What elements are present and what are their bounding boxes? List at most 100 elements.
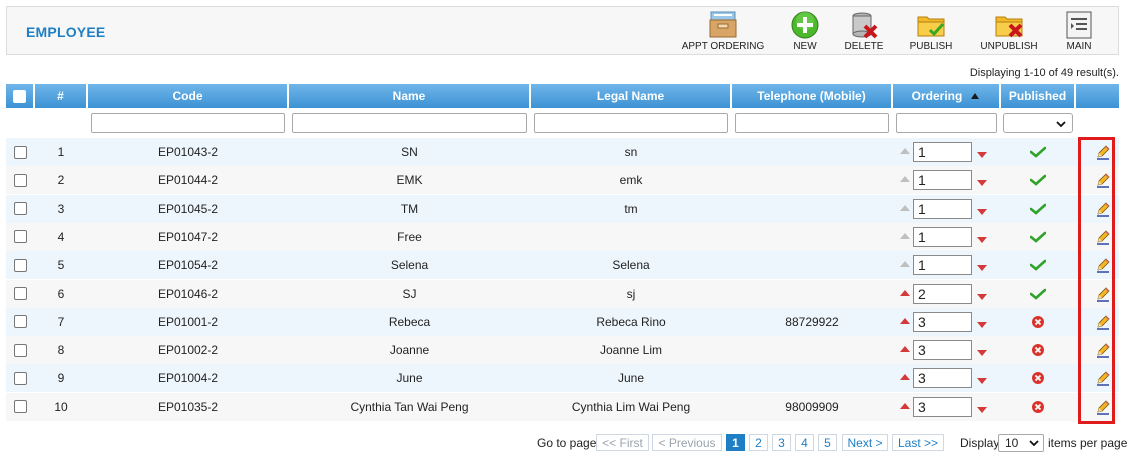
- telephone-filter-input[interactable]: [735, 113, 889, 133]
- publish-folder-icon: [917, 16, 945, 37]
- move-up-icon[interactable]: [900, 402, 910, 409]
- ordering-input[interactable]: 1: [913, 170, 972, 191]
- move-down-icon[interactable]: [977, 378, 987, 385]
- code-filter-input[interactable]: [91, 113, 285, 133]
- page-1-button[interactable]: 1: [726, 434, 745, 451]
- next-page-button[interactable]: Next >: [842, 434, 888, 451]
- row-number: 1: [57, 145, 65, 159]
- new-button[interactable]: NEW: [785, 7, 825, 56]
- page-3-button[interactable]: 3: [772, 434, 791, 451]
- delete-button[interactable]: DELETE: [840, 7, 888, 56]
- ordering-input[interactable]: 1: [913, 142, 972, 162]
- row-checkbox[interactable]: [13, 371, 27, 385]
- published-check-icon[interactable]: [1030, 203, 1046, 215]
- move-down-icon[interactable]: [977, 208, 987, 215]
- row-checkbox[interactable]: [13, 287, 27, 300]
- per-page-select[interactable]: 10: [998, 434, 1044, 452]
- row-checkbox[interactable]: [13, 145, 27, 159]
- unpublished-cross-icon[interactable]: [1031, 343, 1045, 357]
- ordering-input[interactable]: 3: [913, 368, 972, 389]
- unpublished-cross-icon[interactable]: [1031, 400, 1045, 414]
- main-label: MAIN: [1066, 41, 1092, 52]
- first-page-button[interactable]: << First: [596, 434, 649, 451]
- column-header-code[interactable]: Code: [88, 84, 288, 108]
- name-filter-input[interactable]: [292, 113, 527, 133]
- employee-telephone: [732, 280, 892, 308]
- page-2-button[interactable]: 2: [749, 434, 768, 451]
- published-check-icon[interactable]: [1030, 288, 1046, 300]
- ordering-input[interactable]: 2: [913, 283, 972, 304]
- move-down-icon[interactable]: [977, 180, 987, 187]
- published-check-icon[interactable]: [1030, 174, 1046, 186]
- move-down-icon[interactable]: [977, 293, 987, 300]
- move-down-icon[interactable]: [977, 321, 987, 328]
- column-header-telephone[interactable]: Telephone (Mobile): [732, 84, 892, 108]
- column-header-name[interactable]: Name: [289, 84, 530, 108]
- select-all-checkbox[interactable]: [13, 89, 26, 103]
- move-down-icon[interactable]: [977, 152, 987, 158]
- published-check-icon[interactable]: [1030, 259, 1046, 271]
- legal-name-filter-input[interactable]: [534, 113, 728, 133]
- row-checkbox[interactable]: [13, 230, 27, 244]
- published-cell: [1001, 280, 1075, 308]
- move-down-icon[interactable]: [977, 406, 987, 413]
- row-select-cell: [6, 308, 34, 336]
- ordering-input[interactable]: 3: [913, 340, 972, 361]
- row-checkbox[interactable]: [13, 202, 27, 216]
- published-check-icon[interactable]: [1030, 231, 1046, 243]
- new-label: NEW: [793, 41, 817, 52]
- main-button[interactable]: MAIN: [1059, 7, 1099, 56]
- move-up-icon: [900, 176, 910, 183]
- employee-telephone: 98009909: [785, 399, 839, 414]
- ordering-cell: 1: [893, 195, 1000, 223]
- row-checkbox[interactable]: [13, 173, 27, 187]
- page-4-button[interactable]: 4: [795, 434, 814, 451]
- row-select-cell: [6, 138, 34, 166]
- column-header-ordering[interactable]: Ordering: [893, 84, 1000, 108]
- ordering-filter-input[interactable]: [896, 113, 997, 133]
- previous-page-button[interactable]: < Previous: [652, 434, 722, 451]
- unpublished-cross-icon[interactable]: [1031, 371, 1045, 385]
- delete-database-icon: [852, 12, 878, 39]
- employee-code: EP01044-2: [157, 173, 219, 188]
- row-checkbox[interactable]: [13, 258, 27, 272]
- published-check-icon[interactable]: [1030, 146, 1046, 158]
- chevron-down-icon: [1056, 121, 1066, 127]
- move-up-icon[interactable]: [900, 374, 910, 381]
- employee-code: EP01004-2: [157, 371, 219, 386]
- publish-button[interactable]: PUBLISH: [904, 7, 958, 56]
- ordering-input[interactable]: 1: [913, 226, 972, 247]
- table-row: 8 EP01002-2 Joanne Joanne Lim 3: [6, 336, 1119, 365]
- row-checkbox[interactable]: [13, 315, 27, 329]
- column-header-published[interactable]: Published: [1001, 84, 1075, 108]
- published-filter-select[interactable]: [1003, 113, 1073, 133]
- per-page-value: 10: [1005, 436, 1019, 450]
- row-select-cell: [6, 393, 34, 421]
- ordering-input[interactable]: 3: [913, 311, 972, 332]
- move-up-icon[interactable]: [900, 317, 910, 324]
- row-checkbox[interactable]: [13, 343, 27, 357]
- employee-name: Free: [397, 229, 422, 244]
- employee-telephone: [732, 336, 892, 364]
- ordering-input[interactable]: 1: [913, 198, 972, 219]
- move-down-icon[interactable]: [977, 265, 987, 272]
- unpublished-cross-icon[interactable]: [1031, 315, 1045, 329]
- employee-code: EP01001-2: [157, 314, 219, 329]
- move-up-icon[interactable]: [900, 289, 910, 296]
- ordering-input[interactable]: 1: [913, 255, 972, 276]
- move-down-icon[interactable]: [977, 236, 987, 243]
- ordering-input[interactable]: 3: [913, 396, 972, 417]
- unpublish-button[interactable]: UNPUBLISH: [976, 7, 1042, 56]
- move-down-icon[interactable]: [977, 350, 987, 357]
- move-up-icon: [900, 148, 910, 154]
- last-page-button[interactable]: Last >>: [892, 434, 944, 451]
- appt-ordering-button[interactable]: APPT ORDERING: [679, 7, 767, 56]
- column-header-legal-name[interactable]: Legal Name: [531, 84, 731, 108]
- move-up-icon[interactable]: [900, 346, 910, 353]
- table-row: 2 EP01044-2 EMK emk 1: [6, 166, 1119, 195]
- row-checkbox[interactable]: [13, 400, 27, 414]
- employee-legal-name: Joanne Lim: [599, 343, 663, 358]
- ordering-cell: 3: [893, 336, 1000, 364]
- select-all-header: [6, 84, 34, 108]
- page-5-button[interactable]: 5: [818, 434, 837, 451]
